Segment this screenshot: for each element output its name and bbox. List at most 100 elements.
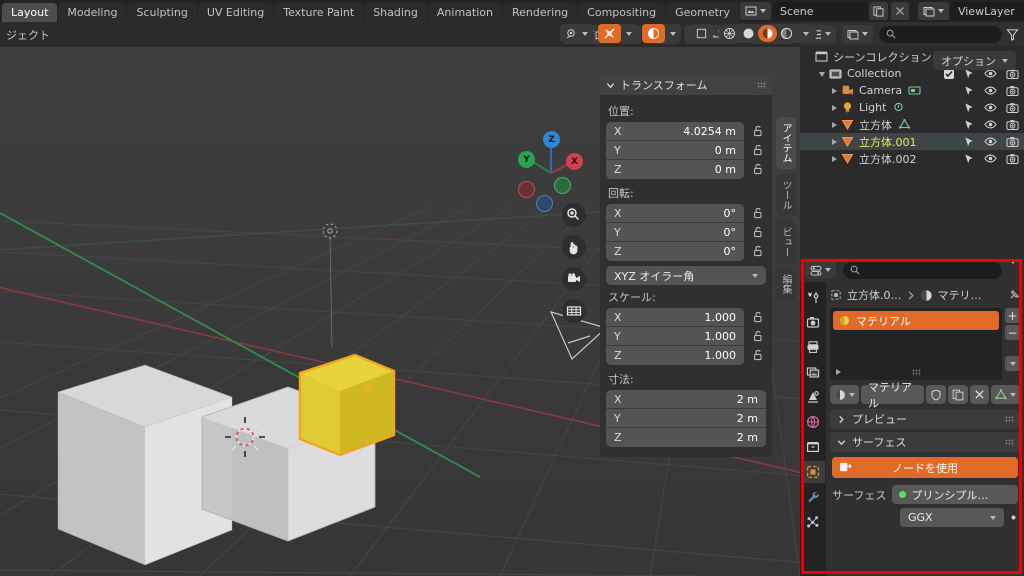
camera-view-button[interactable] <box>562 267 586 291</box>
expand-triangle-icon[interactable] <box>832 138 837 145</box>
viewlayer-name-field[interactable]: ViewLayer <box>950 2 1024 20</box>
camera-render-icon[interactable] <box>1006 153 1019 165</box>
lock-y-button[interactable] <box>750 141 766 160</box>
outliner-row-6[interactable]: 立方体.002 <box>800 150 1024 167</box>
modifier-tab[interactable] <box>801 486 825 508</box>
camera-render-icon[interactable] <box>1006 136 1019 148</box>
lock-y-button[interactable] <box>750 327 766 346</box>
outliner-filter-id-button[interactable] <box>842 25 873 43</box>
collection-tab[interactable] <box>801 436 825 458</box>
expand-triangle-icon[interactable] <box>832 87 837 94</box>
rot-group-z[interactable]: Z 0° <box>606 242 744 261</box>
xray-toggle-button[interactable] <box>598 24 621 43</box>
add-material-slot-button[interactable]: + <box>1005 308 1020 323</box>
gizmo-axis-y-positive[interactable]: Y <box>518 151 535 168</box>
rotation-mode-dropdown[interactable]: XYZ オイラー角 <box>606 266 766 285</box>
lock-x-button[interactable] <box>750 308 766 327</box>
camera-render-icon[interactable] <box>1006 119 1019 131</box>
loc-group-x[interactable]: X 4.0254 m <box>606 122 744 141</box>
orthographic-toggle-button[interactable] <box>562 299 586 323</box>
breadcrumb-material-label[interactable]: マテリ… <box>938 287 982 303</box>
gizmo-axis-y-negative[interactable] <box>554 177 571 194</box>
mesh-data-icon[interactable] <box>898 118 911 131</box>
gizmo-axis-z-positive[interactable]: Z <box>543 131 560 148</box>
copy-material-button[interactable] <box>948 385 968 404</box>
collection-checkbox[interactable] <box>944 68 954 79</box>
camera-render-icon[interactable] <box>1006 102 1019 114</box>
new-scene-button[interactable] <box>868 2 888 20</box>
outliner-row-2[interactable]: Camera <box>800 82 1024 99</box>
expand-triangle-icon[interactable] <box>832 121 837 128</box>
light-data-icon[interactable] <box>892 101 905 114</box>
shading-options-button[interactable] <box>665 24 681 43</box>
gizmo-axis-z-negative[interactable] <box>536 195 553 212</box>
overlays-toggle-button[interactable] <box>560 24 593 43</box>
distribution-dropdown[interactable]: GGX <box>900 508 1004 527</box>
workspace-tab-shading[interactable]: Shading <box>364 3 427 22</box>
eye-visibility-icon[interactable] <box>984 136 997 147</box>
material-slot-item[interactable]: マテリアル <box>833 311 999 330</box>
n-panel-tab-3[interactable]: 編集 <box>776 268 796 300</box>
properties-editor-type-button[interactable] <box>805 261 836 279</box>
selectable-cursor-icon[interactable] <box>963 153 975 165</box>
lock-x-button[interactable] <box>750 204 766 223</box>
n-panel-tab-2[interactable]: ビュー <box>776 221 796 263</box>
xray-options-button[interactable] <box>621 24 637 43</box>
material-name-field[interactable]: マテリアル <box>861 381 924 410</box>
eye-visibility-icon[interactable] <box>984 119 997 130</box>
viewlayer-tab[interactable] <box>801 361 825 383</box>
expand-triangle-icon[interactable] <box>832 155 837 162</box>
properties-search-input[interactable] <box>843 261 1002 279</box>
wireframe-shading-extra-button[interactable] <box>690 24 713 43</box>
wireframe-shading-button[interactable] <box>720 25 739 42</box>
solid-shading-button[interactable] <box>739 25 758 42</box>
dim-group-y[interactable]: Y 2 m <box>606 409 766 428</box>
surface-panel-header[interactable]: サーフェス <box>830 432 1020 452</box>
material-slot-expand-button[interactable] <box>836 365 845 378</box>
camera-render-icon[interactable] <box>1006 85 1019 97</box>
outliner-row-5[interactable]: 立方体.001 <box>800 133 1024 150</box>
output-tab[interactable] <box>801 336 825 358</box>
rot-group-x[interactable]: X 0° <box>606 204 744 223</box>
material-slot-menu-button[interactable] <box>1005 356 1020 371</box>
workspace-tab-modeling[interactable]: Modeling <box>58 3 127 22</box>
material-slot-resize-grip[interactable] <box>830 366 1002 378</box>
rendered-shading-button[interactable] <box>777 25 796 42</box>
breadcrumb-object-label[interactable]: 立方体.0… <box>847 287 902 303</box>
toggle-xray-extra[interactable] <box>690 24 713 43</box>
scl-group-x[interactable]: X 1.000 <box>606 308 744 327</box>
loc-group-z[interactable]: Z 0 m <box>606 160 744 179</box>
loc-group-y[interactable]: Y 0 m <box>606 141 744 160</box>
pin-icon[interactable] <box>1008 289 1020 301</box>
gizmo-axis-x-positive[interactable]: X <box>566 153 583 170</box>
workspace-tab-sculpting[interactable]: Sculpting <box>127 3 197 22</box>
animate-dot-icon[interactable] <box>1009 513 1018 522</box>
remove-material-slot-button[interactable]: − <box>1005 325 1020 340</box>
eye-visibility-icon[interactable] <box>984 153 997 164</box>
outliner-filter-button[interactable] <box>1006 27 1019 41</box>
unlink-material-button[interactable] <box>970 385 989 404</box>
world-tab[interactable] <box>801 411 825 433</box>
scene-name-field[interactable]: Scene <box>772 2 869 20</box>
viewport-mode-label[interactable]: ジェクト <box>6 27 50 43</box>
material-browse-button[interactable] <box>830 385 859 404</box>
particles-tab[interactable] <box>801 511 825 533</box>
lock-y-button[interactable] <box>750 223 766 242</box>
use-nodes-button[interactable]: ノードを使用 <box>832 457 1018 478</box>
scene-browse-button[interactable] <box>739 2 771 20</box>
eye-visibility-icon[interactable] <box>984 85 997 96</box>
scl-group-z[interactable]: Z 1.000 <box>606 346 744 365</box>
workspace-tab-rendering[interactable]: Rendering <box>502 3 578 22</box>
scl-group-y[interactable]: Y 1.000 <box>606 327 744 346</box>
remove-scene-button[interactable] <box>890 2 909 20</box>
workspace-tab-animation[interactable]: Animation <box>427 3 502 22</box>
selectable-cursor-icon[interactable] <box>963 102 975 114</box>
shading-popover-group[interactable] <box>642 24 681 43</box>
workspace-tab-texture-paint[interactable]: Texture Paint <box>274 3 364 22</box>
lock-z-button[interactable] <box>750 242 766 261</box>
n-panel-tab-1[interactable]: ツール <box>776 174 796 216</box>
lock-z-button[interactable] <box>750 346 766 365</box>
fake-user-button[interactable] <box>926 385 946 404</box>
selectable-cursor-icon[interactable] <box>963 136 975 148</box>
overlays-group[interactable] <box>560 24 593 43</box>
